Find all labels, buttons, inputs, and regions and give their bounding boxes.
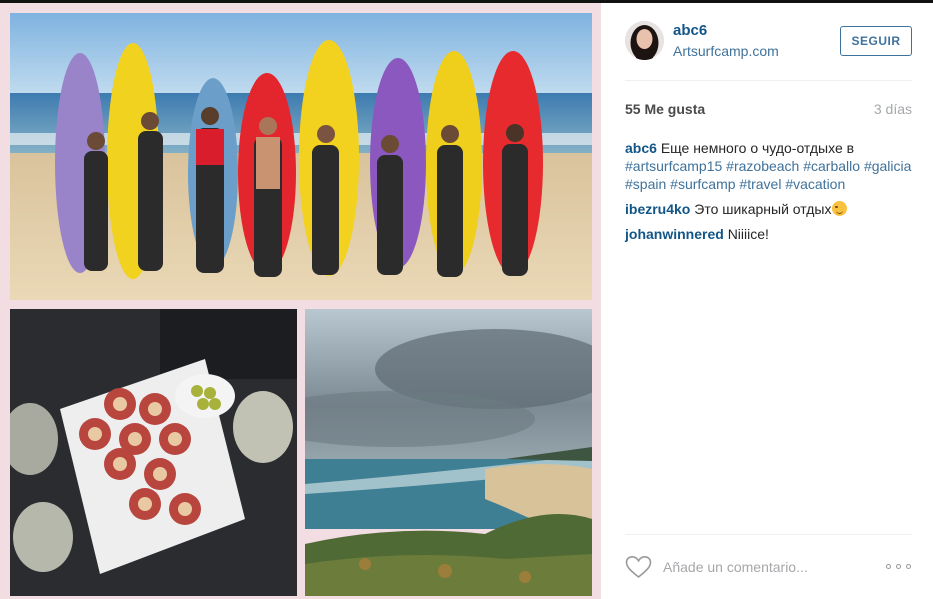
scallops-dinner-photo	[10, 309, 297, 596]
post-location-link[interactable]: Artsurfcamp.com	[673, 43, 779, 59]
follow-button[interactable]: SEGUIR	[840, 26, 912, 56]
hashtag-link[interactable]: #spain	[625, 176, 666, 192]
dot	[896, 564, 901, 569]
comments-list: abc6 Еще немного о чудо-отдыхе в #artsur…	[625, 139, 912, 250]
comment-item: ibezru4ko Это шикарный отдых	[625, 200, 912, 218]
header-divider	[625, 80, 912, 81]
coast-landscape-photo	[305, 309, 592, 596]
caption-username[interactable]: abc6	[625, 140, 657, 156]
hashtag-link[interactable]: #travel	[739, 176, 781, 192]
caption-text: Еще немного о чудо-отдыхе в	[660, 140, 855, 156]
more-options-icon[interactable]	[886, 558, 912, 574]
comment-item: johanwinnered Niiiice!	[625, 225, 912, 243]
comment-username[interactable]: ibezru4ko	[625, 201, 690, 217]
comment-text: Niiiice!	[727, 226, 769, 242]
heart-outline-icon[interactable]	[625, 555, 652, 579]
comment-text: Это шикарный отдых	[694, 201, 832, 217]
post-author-username[interactable]: abc6	[673, 22, 707, 39]
hashtag-link[interactable]: #razobeach	[726, 158, 799, 174]
hashtag-link[interactable]: #carballo	[803, 158, 860, 174]
caption-comment: abc6 Еще немного о чудо-отдыхе в #artsur…	[625, 139, 912, 193]
avatar[interactable]	[625, 21, 664, 60]
post-details-panel: abc6 Artsurfcamp.com SEGUIR 55 Me gusta …	[601, 3, 933, 599]
likes-count[interactable]: 55 Me gusta	[625, 101, 705, 117]
footer-divider	[625, 534, 912, 535]
post-media[interactable]	[0, 3, 601, 599]
dot	[886, 564, 891, 569]
hashtag-link[interactable]: #galicia	[864, 158, 911, 174]
hashtag-link[interactable]: #surfcamp	[670, 176, 735, 192]
post-header: abc6 Artsurfcamp.com SEGUIR	[625, 21, 912, 81]
comment-input[interactable]	[663, 556, 863, 578]
comment-username[interactable]: johanwinnered	[625, 226, 724, 242]
post-timestamp[interactable]: 3 días	[874, 101, 912, 117]
dot	[906, 564, 911, 569]
surf-group-photo	[10, 13, 592, 300]
winking-face-icon	[832, 201, 848, 216]
hashtag-link[interactable]: #artsurfcamp15	[625, 158, 722, 174]
post-footer	[625, 553, 912, 583]
hashtag-link[interactable]: #vacation	[785, 176, 845, 192]
